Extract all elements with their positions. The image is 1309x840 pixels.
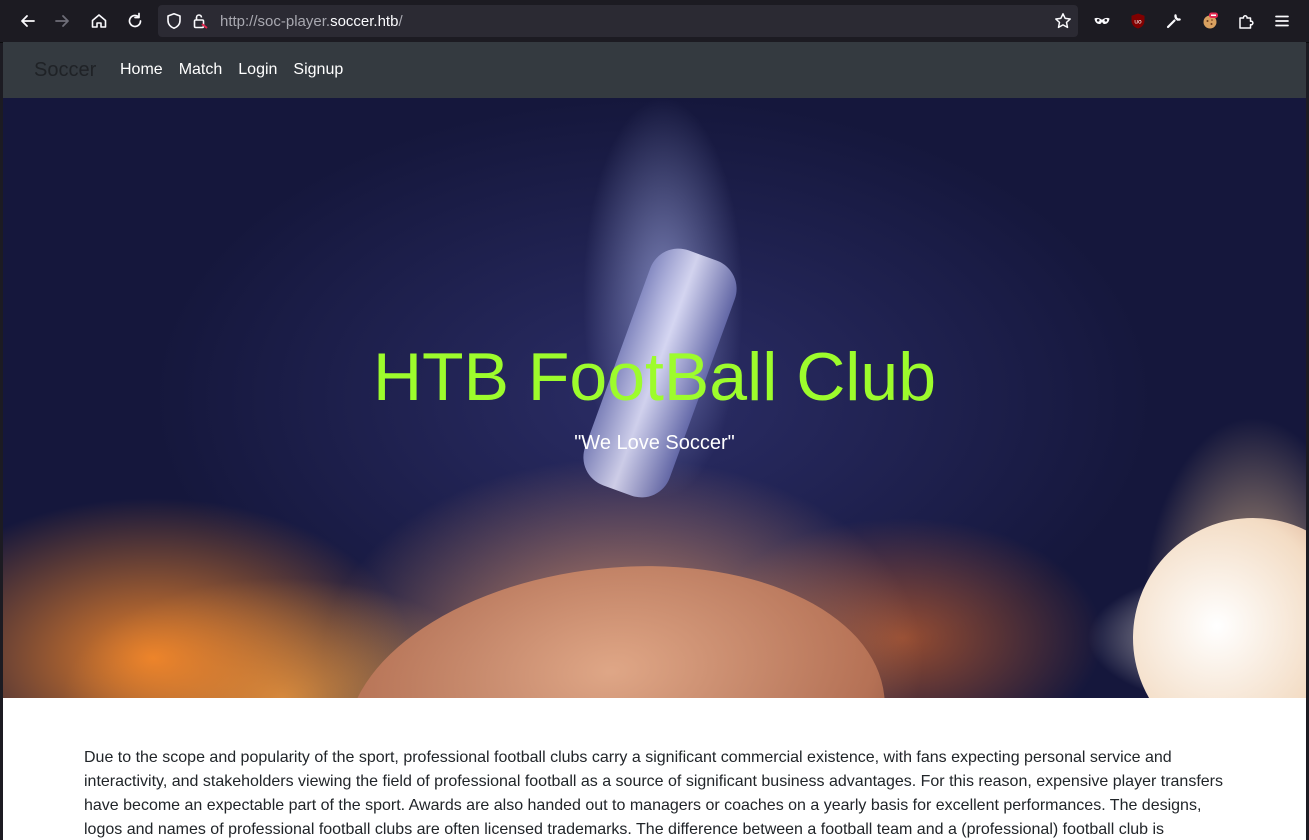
shield-icon[interactable] [165, 12, 183, 30]
svg-text:uo: uo [1134, 19, 1142, 26]
nav-links: Home Match Login Signup [120, 61, 359, 79]
forward-arrow-icon[interactable] [51, 9, 75, 33]
hero-title: HTB FootBall Club [372, 339, 937, 415]
hero-ball-image [1133, 518, 1306, 698]
page-viewport: Soccer Home Match Login Signup HTB FootB… [3, 42, 1306, 840]
reload-icon[interactable] [123, 9, 147, 33]
navbar-brand[interactable]: Soccer [34, 59, 96, 82]
cookie-icon[interactable] [1199, 10, 1221, 32]
intro-paragraph: Due to the scope and popularity of the s… [84, 749, 1223, 838]
star-icon[interactable] [1054, 12, 1072, 30]
nav-link-match[interactable]: Match [179, 61, 223, 79]
menu-icon[interactable] [1271, 10, 1293, 32]
nav-link-home[interactable]: Home [120, 61, 163, 79]
nav-link-login[interactable]: Login [238, 61, 277, 79]
url-suffix: / [398, 13, 403, 30]
site-navbar: Soccer Home Match Login Signup [3, 42, 1306, 98]
ublock-icon[interactable]: uo [1127, 10, 1149, 32]
hero-shoe-image [330, 540, 896, 698]
nav-link-signup[interactable]: Signup [293, 61, 343, 79]
insecure-lock-icon[interactable] [191, 12, 209, 30]
browser-toolbar: http://soc-player.soccer.htb/ uo [0, 0, 1309, 43]
hero-subtitle: "We Love Soccer" [574, 432, 735, 454]
url-text[interactable]: http://soc-player.soccer.htb/ [220, 13, 403, 30]
puzzle-icon[interactable] [1235, 10, 1257, 32]
mask-icon[interactable] [1091, 10, 1113, 32]
back-arrow-icon[interactable] [15, 9, 39, 33]
url-prefix: http://soc-player. [220, 13, 331, 30]
home-icon[interactable] [87, 9, 111, 33]
url-bar[interactable]: http://soc-player.soccer.htb/ [158, 5, 1078, 37]
wrench-icon[interactable] [1163, 10, 1185, 32]
hero-banner: HTB FootBall Club "We Love Soccer" [3, 98, 1306, 698]
url-domain: soccer.htb [330, 13, 399, 30]
